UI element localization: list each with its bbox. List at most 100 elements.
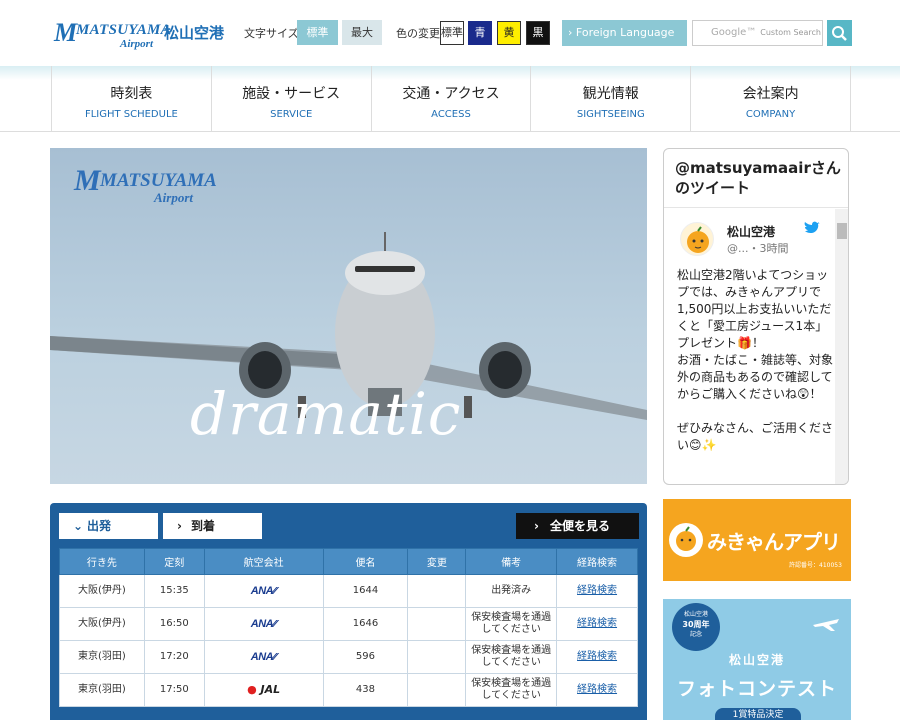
nav-label-jp: 時刻表 — [110, 86, 153, 102]
twitter-title: @matsuyamaairさん のツイート — [664, 149, 848, 208]
badge-line: 松山空港 — [683, 611, 708, 618]
cell-note: 保安検査場を通過してください — [465, 673, 558, 707]
hero-slideshow[interactable]: M MATSUYAMA Airport dramatic — [50, 148, 647, 484]
jal-logo-text: JAL — [260, 682, 281, 696]
chevron-right-icon: › — [177, 519, 182, 533]
table-row: 東京(羽田) 17:50 ● JAL 438 保安検査場を通過してください 経路… — [59, 673, 638, 707]
cell-flight-number: 438 — [322, 673, 409, 707]
color-standard-button[interactable]: 標準 — [440, 21, 464, 45]
tab-departure[interactable]: ⌄ 出発 — [59, 513, 158, 539]
nav-label-en: ACCESS — [431, 109, 471, 120]
search-placeholder: Custom Search — [760, 28, 821, 37]
foreign-language-button[interactable]: › Foreign Language — [562, 20, 687, 46]
nav-label-en: FLIGHT SCHEDULE — [84, 109, 178, 120]
tweet-line: お酒・たばこ・雑誌等、対象外の商品もあるので確認してからご購入くださいね😲！ — [677, 353, 834, 401]
flight-table: 行き先 定刻 航空会社 便名 変更 備考 経路検索 大阪(伊丹) 15:35 A… — [59, 548, 638, 707]
all-flights-button[interactable]: › 全便を見る — [516, 513, 639, 539]
nav-list: 時刻表 FLIGHT SCHEDULE 施設・サービス SERVICE 交通・アクセ… — [51, 66, 851, 131]
nav-company[interactable]: 会社案内 COMPANY — [691, 66, 851, 131]
chevron-right-icon: › — [534, 519, 539, 533]
ana-logo: ANA — [250, 584, 274, 597]
column-header: 航空会社 — [203, 548, 324, 575]
cell-time: 17:50 — [143, 673, 205, 707]
table-row: 大阪(伊丹) 15:35 ANA⁄⁄ 1644 出発済み 経路検索 — [59, 574, 638, 608]
cell-route: 経路検索 — [556, 574, 638, 608]
route-search-link[interactable]: 経路検索 — [577, 684, 617, 695]
hero-caption: dramatic — [190, 380, 462, 448]
route-search-link[interactable]: 経路検索 — [577, 618, 617, 629]
all-flights-label: 全便を見る — [550, 519, 611, 533]
column-header: 定刻 — [143, 548, 205, 575]
column-header: 行き先 — [59, 548, 145, 575]
column-header: 備考 — [465, 548, 558, 575]
jal-logo: ● JAL — [247, 683, 280, 696]
font-size-label: 文字サイズ — [244, 27, 299, 40]
mikan-app-banner[interactable]: みきゃんアプリ 許認番号：410053 — [663, 499, 851, 581]
cell-airline: ● JAL — [203, 673, 324, 707]
nav-service[interactable]: 施設・サービス SERVICE — [212, 66, 372, 131]
tab-arrival[interactable]: › 到着 — [163, 513, 262, 539]
cell-destination: 大阪(伊丹) — [59, 607, 145, 641]
route-search-link[interactable]: 経路検索 — [577, 651, 617, 662]
nav-sightseeing[interactable]: 観光情報 SIGHTSEEING — [531, 66, 692, 131]
scrollbar[interactable] — [835, 209, 848, 484]
column-header: 変更 — [407, 548, 467, 575]
nav-label-en: SERVICE — [270, 109, 313, 120]
route-search-link[interactable]: 経路検索 — [577, 585, 617, 596]
twitter-timeline[interactable]: @matsuyamaairさん のツイート 松山空港 @...・3時間 松山空港… — [663, 148, 849, 485]
color-black-button[interactable]: 黒 — [526, 21, 550, 45]
photo-contest-sub: 松山空港 — [728, 653, 785, 667]
hero-logo-m: M — [74, 164, 101, 197]
cell-time: 16:50 — [143, 607, 205, 641]
nav-flight-schedule[interactable]: 時刻表 FLIGHT SCHEDULE — [52, 66, 212, 131]
site-logo[interactable]: M MATSUYAMA Airport 松山空港 — [54, 18, 234, 50]
cell-route: 経路検索 — [556, 673, 638, 707]
search-input[interactable]: Google™ Custom Search — [692, 20, 823, 46]
font-size-standard-button[interactable]: 標準 — [297, 20, 338, 45]
cell-change — [407, 640, 467, 674]
twitter-title-line1: @matsuyamaairさん — [675, 159, 841, 177]
twitter-bird-icon[interactable] — [804, 221, 820, 235]
search-button[interactable] — [827, 20, 852, 46]
nav-label-jp: 交通・アクセス — [402, 86, 500, 102]
photo-contest-title: フォトコンテスト — [676, 678, 837, 700]
logo-m-mark: M — [54, 18, 78, 47]
tweet-line: ぜひみなさん、ご活用ください😊✨ — [677, 421, 834, 452]
cell-change — [407, 574, 467, 608]
photo-contest-tab: 1賞特品決定 — [715, 708, 801, 720]
scrollbar-thumb[interactable] — [837, 223, 847, 239]
tweet-text: 松山空港2階いよてつショップでは、みきゃんアプリで1,500円以上お支払いいただ… — [677, 267, 837, 454]
cell-note: 保安検査場を通過してください — [465, 607, 558, 641]
cell-destination: 東京(羽田) — [59, 673, 145, 707]
jal-crane-icon: ● — [247, 682, 257, 696]
ana-logo-mark: ⁄⁄ — [273, 651, 277, 663]
cell-time: 15:35 — [143, 574, 205, 608]
chevron-down-icon: ⌄ — [73, 519, 84, 533]
chevron-right-icon: › — [568, 26, 573, 39]
ana-logo-mark: ⁄⁄ — [273, 618, 277, 630]
hero-logo-sub: Airport — [154, 190, 194, 205]
nav-label-jp: 会社案内 — [742, 86, 799, 102]
color-blue-button[interactable]: 青 — [468, 21, 492, 45]
cell-airline: ANA⁄⁄ — [203, 607, 324, 641]
nav-access[interactable]: 交通・アクセス ACCESS — [372, 66, 532, 131]
top-bar: M MATSUYAMA Airport 松山空港 文字サイズ 標準 最大 色の変… — [0, 0, 900, 66]
badge-line: 30周年 — [682, 620, 710, 629]
photo-contest-banner[interactable]: 松山空港 30周年 記念 松山空港 フォトコンテスト 1賞特品決定 — [663, 599, 851, 720]
tweet-account-name[interactable]: 松山空港 — [727, 223, 775, 240]
twitter-title-line2: のツイート — [675, 179, 751, 197]
google-label: Google™ — [711, 27, 757, 38]
logo-wordmark: MATSUYAMA — [76, 22, 171, 38]
ana-logo-mark: ⁄⁄ — [273, 585, 277, 597]
foreign-language-label: Foreign Language — [575, 26, 675, 39]
tab-departure-label: 出発 — [87, 519, 112, 533]
avatar[interactable] — [680, 222, 714, 256]
font-size-max-button[interactable]: 最大 — [342, 20, 382, 45]
tweet-line — [677, 403, 837, 420]
tab-arrival-label: 到着 — [191, 519, 216, 533]
cell-airline: ANA⁄⁄ — [203, 640, 324, 674]
table-row: 大阪(伊丹) 16:50 ANA⁄⁄ 1646 保安検査場を通過してください 経… — [59, 607, 638, 641]
ana-logo: ANA — [250, 650, 274, 663]
cell-route: 経路検索 — [556, 640, 638, 674]
color-yellow-button[interactable]: 黄 — [497, 21, 521, 45]
